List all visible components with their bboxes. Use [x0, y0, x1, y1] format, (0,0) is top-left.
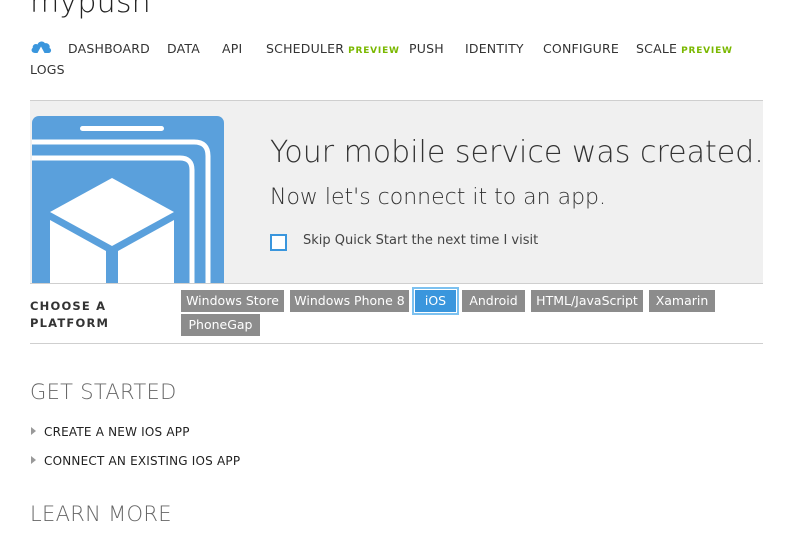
- nav-item-label: LOGS: [30, 62, 65, 77]
- nav-item-dashboard[interactable]: DASHBOARD: [68, 41, 150, 56]
- nav-item-label: DASHBOARD: [68, 41, 150, 56]
- nav-item-api[interactable]: API: [222, 41, 242, 56]
- quick-start-page: mypush DASHBOARD DATA API SCHEDULER PREVI…: [0, 0, 790, 548]
- choose-platform-label-line2: PLATFORM: [30, 316, 110, 330]
- cloud-icon: [31, 41, 52, 53]
- learn-more-heading: LEARN MORE: [30, 502, 172, 526]
- skip-quickstart-label: Skip Quick Start the next time I visit: [303, 233, 539, 248]
- expander-label: CONNECT AN EXISTING IOS APP: [44, 454, 241, 468]
- welcome-banner: Your mobile service was created. Now let…: [30, 100, 763, 284]
- nav-item-scale[interactable]: SCALE PREVIEW: [636, 41, 733, 56]
- preview-badge: PREVIEW: [681, 46, 733, 56]
- banner-subtitle: Now let's connect it to an app.: [270, 185, 607, 210]
- nav-item-label: SCHEDULER: [266, 41, 345, 56]
- nav-item-scheduler[interactable]: SCHEDULER PREVIEW: [266, 41, 400, 56]
- expand-arrow-icon: [31, 456, 36, 464]
- nav-item-identity[interactable]: IDENTITY: [465, 41, 524, 56]
- create-new-app-expander[interactable]: CREATE A NEW IOS APP: [31, 421, 190, 439]
- nav-item-label: PUSH: [409, 41, 444, 56]
- platform-button-ios[interactable]: iOS: [412, 287, 459, 315]
- top-nav: DASHBOARD DATA API SCHEDULER PREVIEW PUSH…: [30, 38, 770, 82]
- skip-quickstart-checkbox[interactable]: [270, 234, 287, 251]
- platform-chooser: CHOOSE A PLATFORM Windows Store Windows …: [30, 284, 763, 344]
- nav-item-label: IDENTITY: [465, 41, 524, 56]
- nav-item-label: API: [222, 41, 243, 56]
- nav-item-label: SCALE: [636, 41, 678, 56]
- service-name: mypush: [30, 0, 151, 20]
- banner-title: Your mobile service was created.: [270, 135, 763, 170]
- preview-badge: PREVIEW: [348, 46, 400, 56]
- connect-existing-app-expander[interactable]: CONNECT AN EXISTING IOS APP: [31, 450, 241, 468]
- choose-platform-label-line1: CHOOSE A: [30, 299, 107, 313]
- platform-button-xamarin[interactable]: Xamarin: [649, 290, 715, 312]
- nav-item-data[interactable]: DATA: [167, 41, 200, 56]
- nav-item-label: CONFIGURE: [543, 41, 620, 56]
- expander-label: CREATE A NEW IOS APP: [44, 425, 190, 439]
- platform-button-html-javascript[interactable]: HTML/JavaScript: [531, 290, 643, 312]
- nav-item-logs[interactable]: LOGS: [30, 62, 65, 77]
- nav-item-label: DATA: [167, 41, 201, 56]
- platform-button-windows-phone-8[interactable]: Windows Phone 8: [290, 290, 409, 312]
- mobile-service-illustration: [32, 116, 224, 283]
- choose-platform-label: CHOOSE A PLATFORM: [30, 298, 150, 332]
- nav-item-configure[interactable]: CONFIGURE: [543, 41, 619, 56]
- get-started-heading: GET STARTED: [30, 380, 177, 404]
- expand-arrow-icon: [31, 427, 36, 435]
- platform-button-android[interactable]: Android: [462, 290, 525, 312]
- platform-button-windows-store[interactable]: Windows Store: [181, 290, 284, 312]
- platform-button-phonegap[interactable]: PhoneGap: [181, 314, 260, 336]
- nav-item-push[interactable]: PUSH: [409, 41, 444, 56]
